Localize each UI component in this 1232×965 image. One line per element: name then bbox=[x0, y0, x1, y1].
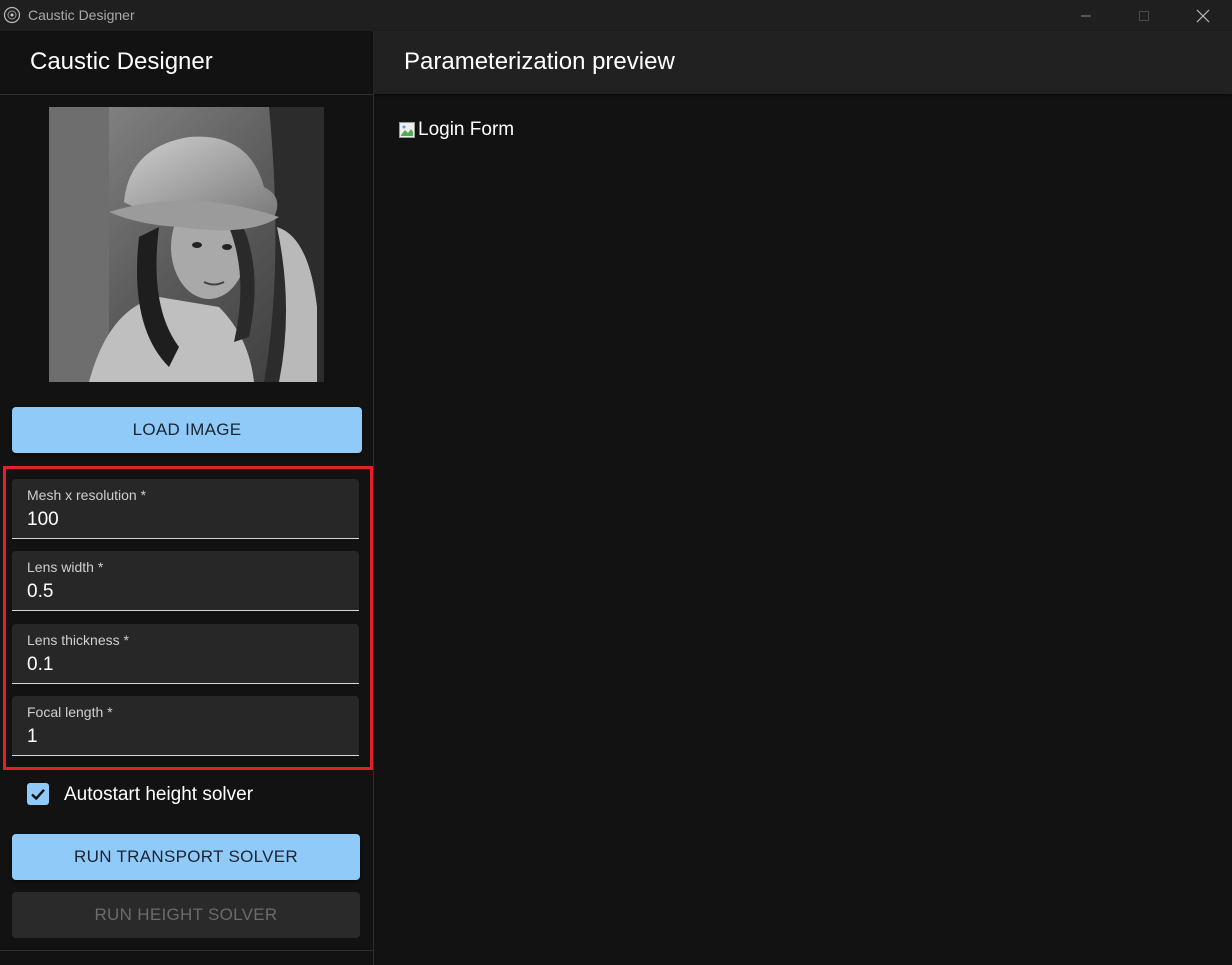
window-title: Caustic Designer bbox=[28, 7, 135, 23]
close-button[interactable] bbox=[1174, 0, 1232, 31]
autostart-label[interactable]: Autostart height solver bbox=[64, 784, 253, 806]
broken-image-icon bbox=[399, 122, 415, 138]
focal-length-field[interactable]: Focal length * 1 bbox=[12, 696, 359, 756]
sidebar-title: Caustic Designer bbox=[30, 48, 213, 75]
window-titlebar: Caustic Designer bbox=[0, 0, 1232, 31]
image-alt-text: Login Form bbox=[418, 119, 515, 140]
maximize-icon bbox=[1139, 10, 1149, 21]
lens-thickness-field[interactable]: Lens thickness * 0.1 bbox=[12, 624, 359, 684]
page-title: Parameterization preview bbox=[404, 48, 675, 75]
divider bbox=[0, 950, 373, 951]
checkmark-icon bbox=[31, 788, 45, 801]
field-value[interactable]: 1 bbox=[27, 726, 38, 748]
sidebar-header: Caustic Designer bbox=[0, 31, 373, 95]
autostart-checkbox[interactable] bbox=[27, 783, 49, 805]
run-transport-solver-button[interactable]: RUN TRANSPORT SOLVER bbox=[12, 834, 360, 880]
load-image-button[interactable]: LOAD IMAGE bbox=[12, 407, 362, 453]
field-label: Focal length * bbox=[27, 704, 113, 720]
field-value[interactable]: 0.1 bbox=[27, 654, 53, 676]
close-icon bbox=[1196, 9, 1210, 22]
field-label: Lens width * bbox=[27, 559, 104, 575]
loaded-image-preview bbox=[49, 107, 324, 382]
minimize-icon bbox=[1081, 15, 1091, 16]
sidebar: Caustic Designer LOAD IMAGE Mesh x resol… bbox=[0, 31, 374, 965]
field-value[interactable]: 0.5 bbox=[27, 581, 53, 603]
field-value[interactable]: 100 bbox=[27, 509, 59, 531]
app-icon bbox=[3, 6, 21, 24]
parameterization-preview-image: Login Form bbox=[399, 119, 514, 141]
maximize-button[interactable] bbox=[1115, 0, 1173, 31]
minimize-button[interactable] bbox=[1057, 0, 1115, 31]
field-label: Mesh x resolution * bbox=[27, 487, 147, 503]
field-label: Lens thickness * bbox=[27, 632, 129, 648]
run-height-solver-button[interactable]: RUN HEIGHT SOLVER bbox=[12, 892, 360, 938]
lens-width-field[interactable]: Lens width * 0.5 bbox=[12, 551, 359, 611]
main-header: Parameterization preview bbox=[374, 31, 1232, 94]
mesh-x-resolution-field[interactable]: Mesh x resolution * 100 bbox=[12, 479, 359, 539]
